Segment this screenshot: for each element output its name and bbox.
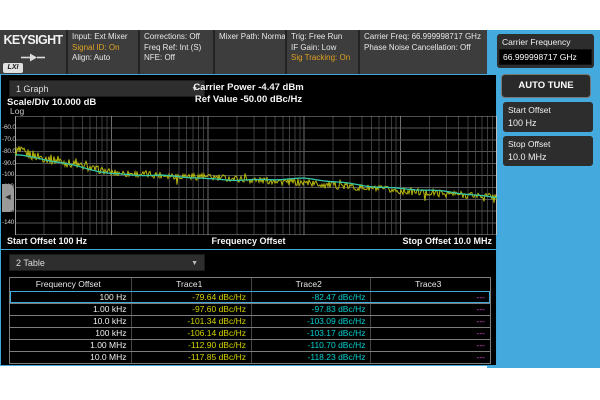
trace3-cell: --- <box>370 328 490 339</box>
trace1-cell: -101.34 dBc/Hz <box>131 316 251 327</box>
status-line: NFE: Off <box>144 53 209 64</box>
y-axis-label: -140 <box>2 219 16 226</box>
table-window: 2 Table ▼ Frequency Offset Trace1 Trace2… <box>1 249 496 366</box>
trace1-cell: -79.64 dBc/Hz <box>131 292 251 303</box>
status-section-input: Input: Ext Mixer Signal ID: On Align: Au… <box>66 30 138 74</box>
table-row[interactable]: 1.00 kHz -97.60 dBc/Hz -97.83 dBc/Hz --- <box>10 303 490 315</box>
frequency-offset-cell: 10.0 MHz <box>10 352 131 363</box>
status-line: Trig: Free Run <box>291 32 354 43</box>
status-section-trigger: Trig: Free Run IF Gain: Low Sig Tracking… <box>285 30 358 74</box>
carrier-frequency-label: Carrier Frequency <box>497 34 594 48</box>
column-header-trace1: Trace1 <box>131 278 251 291</box>
trace2-cell: -110.70 dBc/Hz <box>251 340 371 351</box>
stop-offset-axis-label: Stop Offset 10.0 MHz <box>402 236 492 246</box>
sidebar: Carrier Frequency 66.999998717 GHz AUTO … <box>487 30 600 368</box>
trace1-cell: -117.85 dBc/Hz <box>131 352 251 363</box>
table-row[interactable]: 10.0 MHz -117.85 dBc/Hz -118.23 dBc/Hz -… <box>10 351 490 363</box>
status-section-corrections: Corrections: Off Freq Ref: Int (S) NFE: … <box>138 30 213 74</box>
carrier-frequency-value[interactable]: 66.999998717 GHz <box>499 49 592 65</box>
start-offset-label: Start Offset <box>503 102 593 116</box>
frequency-offset-cell: 1.00 MHz <box>10 340 131 351</box>
y-axis-label: -60.0 <box>2 124 16 131</box>
carrier-frequency-panel: Carrier Frequency 66.999998717 GHz <box>497 34 594 68</box>
trace1-cell: -97.60 dBc/Hz <box>131 304 251 315</box>
table-row[interactable]: 100 kHz -106.14 dBc/Hz -103.17 dBc/Hz --… <box>10 327 490 339</box>
trace2-cell: -103.17 dBc/Hz <box>251 328 371 339</box>
phase-noise-plot-svg <box>15 116 497 235</box>
frequency-offset-cell: 100 kHz <box>10 328 131 339</box>
trace2-cell: -118.23 dBc/Hz <box>251 352 371 363</box>
results-table: Frequency Offset Trace1 Trace2 Trace3 10… <box>9 277 491 364</box>
trace3-cell: --- <box>370 352 490 363</box>
status-section-mixer-path: Mixer Path: Normal <box>213 30 285 74</box>
status-line: Signal ID: On <box>72 43 134 54</box>
status-line: IF Gain: Low <box>291 43 354 54</box>
status-line: Phase Noise Cancellation: Off <box>364 43 483 54</box>
keysight-logo-text: KEYSIGHT <box>0 33 66 47</box>
status-line: Freq Ref: Int (S) <box>144 43 209 54</box>
frequency-offset-cell: 1.00 kHz <box>10 304 131 315</box>
carrier-power-readout: Carrier Power -4.47 dBm <box>1 82 496 93</box>
start-offset-value: 100 Hz <box>503 116 593 131</box>
table-row[interactable]: 1.00 MHz -112.90 dBc/Hz -110.70 dBc/Hz -… <box>10 339 490 351</box>
log-axis-label: Log <box>10 106 24 116</box>
column-header-trace3: Trace3 <box>370 278 490 291</box>
frequency-offset-cell: 10.0 kHz <box>10 316 131 327</box>
instrument-screen: KEYSIGHT Input: Ext Mixer Signal ID: On … <box>0 0 600 400</box>
chevron-down-icon: ▼ <box>191 256 198 272</box>
y-axis-label: -80.0 <box>2 148 16 155</box>
status-line: Corrections: Off <box>144 32 209 43</box>
stop-offset-panel[interactable]: Stop Offset 10.0 MHz <box>503 136 593 166</box>
graph-window: 1 Graph ▼ Carrier Power -4.47 dBm Ref Va… <box>1 75 496 249</box>
trace2-cell: -97.83 dBc/Hz <box>251 304 371 315</box>
y-axis-label: -70.0 <box>2 136 16 143</box>
lxi-badge: LXI <box>3 63 23 73</box>
table-selector-label: 2 Table <box>16 258 45 268</box>
status-line: Sig Tracking: On <box>291 53 354 64</box>
left-scroll-tab[interactable]: ◀ <box>2 184 14 212</box>
scroll-left-icon: ◀ <box>5 194 10 201</box>
start-offset-panel[interactable]: Start Offset 100 Hz <box>503 102 593 132</box>
trace1-cell: -112.90 dBc/Hz <box>131 340 251 351</box>
header-bar: KEYSIGHT Input: Ext Mixer Signal ID: On … <box>0 30 487 74</box>
column-header-trace2: Trace2 <box>251 278 371 291</box>
auto-tune-button[interactable]: AUTO TUNE <box>501 74 591 98</box>
trace3-cell: --- <box>370 304 490 315</box>
table-row[interactable]: 100 Hz -79.64 dBc/Hz -82.47 dBc/Hz --- <box>10 291 490 303</box>
frequency-offset-cell: 100 Hz <box>10 292 131 303</box>
status-line: Carrier Freq: 66.999998717 GHz <box>364 32 483 43</box>
table-selector-dropdown[interactable]: 2 Table ▼ <box>9 254 205 271</box>
status-line: Align: Auto <box>72 53 134 64</box>
status-line: Input: Ext Mixer <box>72 32 134 43</box>
status-section-carrier: Carrier Freq: 66.999998717 GHz Phase Noi… <box>358 30 487 74</box>
trace1-cell: -106.14 dBc/Hz <box>131 328 251 339</box>
status-line: Mixer Path: Normal <box>219 32 281 43</box>
table-header-row: Frequency Offset Trace1 Trace2 Trace3 <box>10 278 490 291</box>
trace2-cell: -103.09 dBc/Hz <box>251 316 371 327</box>
stop-offset-label: Stop Offset <box>503 136 593 150</box>
trace3-cell: --- <box>370 292 490 303</box>
trace3-cell: --- <box>370 340 490 351</box>
y-axis-label: -100 <box>2 171 16 178</box>
column-header-frequency-offset: Frequency Offset <box>10 278 131 291</box>
trace3-cell: --- <box>370 316 490 327</box>
table-row[interactable]: 10.0 kHz -101.34 dBc/Hz -103.09 dBc/Hz -… <box>10 315 490 327</box>
stop-offset-value: 10.0 MHz <box>503 150 593 165</box>
y-axis-label: -90.0 <box>2 160 16 167</box>
main-display: 1 Graph ▼ Carrier Power -4.47 dBm Ref Va… <box>0 74 497 366</box>
trace2-cell: -82.47 dBc/Hz <box>251 292 371 303</box>
